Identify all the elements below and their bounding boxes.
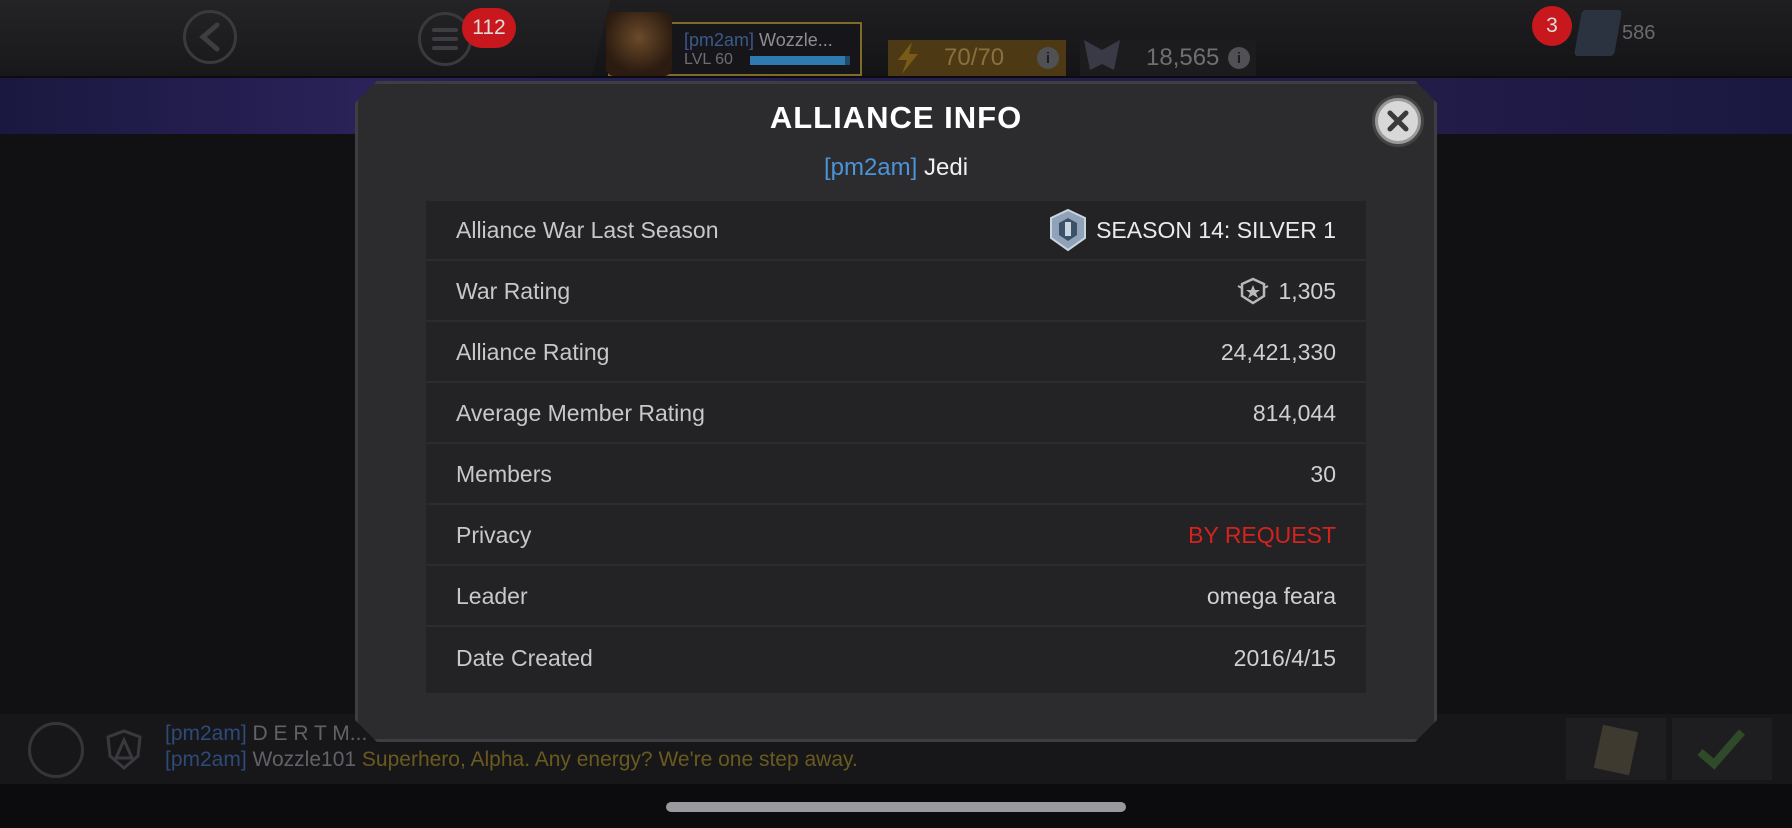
privacy-value: BY REQUEST: [1188, 521, 1336, 548]
war-rating-value: 1,305: [1278, 277, 1336, 304]
info-icon[interactable]: i: [1228, 47, 1250, 69]
chat-sender: Wozzle101: [252, 748, 357, 771]
leader-value: omega feara: [1206, 582, 1336, 609]
average-member-rating-value: 814,044: [1252, 399, 1336, 426]
members-value: 30: [1310, 460, 1336, 487]
row-label: Members: [456, 460, 552, 487]
chat-text: Superhero, Alpha. Any energy? We're one …: [361, 748, 858, 771]
war-season-value: SEASON 14: SILVER 1: [1096, 216, 1336, 243]
player-name-text: Wozzle...: [759, 30, 833, 50]
chevron-left-icon: [199, 22, 220, 52]
player-alliance-tag: [pm2am]: [684, 30, 755, 50]
row-value: SEASON 14: SILVER 1: [1048, 208, 1336, 252]
info-row-alliance-rating: Alliance Rating 24,421,330: [426, 323, 1366, 383]
player-level: LVL 60: [684, 51, 733, 68]
gold-icon: [1084, 40, 1120, 70]
hud-segment: [0, 0, 360, 76]
checkin-button[interactable]: [1672, 718, 1772, 780]
alliance-name: [pm2am] Jedi: [0, 154, 1792, 182]
alliance-shield-icon[interactable]: [104, 728, 144, 772]
xp-bar-fill: [750, 56, 845, 65]
alert-badge: 3: [1532, 6, 1572, 46]
units-value: 586: [1622, 22, 1656, 44]
alliance-rating-value: 24,421,330: [1220, 338, 1336, 365]
info-icon[interactable]: i: [1037, 47, 1059, 69]
notification-badge: 112: [462, 8, 516, 48]
chat-tag: [pm2am]: [165, 748, 247, 771]
info-row-privacy: Privacy BY REQUEST: [426, 506, 1366, 566]
row-label: Privacy: [456, 521, 532, 548]
player-name: [pm2am] Wozzle...: [684, 30, 833, 51]
info-row-members: Members 30: [426, 445, 1366, 505]
war-rating-icon: [1237, 277, 1269, 305]
xp-bar: [750, 56, 850, 65]
close-icon: [1387, 110, 1409, 132]
row-value: 1,305: [1236, 276, 1336, 306]
close-button[interactable]: [1375, 98, 1421, 144]
row-label: Alliance Rating: [456, 338, 610, 365]
alliance-tag: [pm2am]: [823, 154, 918, 181]
silver-tier-icon: [1050, 208, 1087, 252]
quests-button[interactable]: [1566, 718, 1666, 780]
chat-message-1[interactable]: [pm2am] D E R T M...: [165, 722, 367, 746]
row-label: Leader: [456, 582, 528, 609]
chat-message-2[interactable]: [pm2am] Wozzle101 Superhero, Alpha. Any …: [165, 748, 858, 772]
alliance-name-text: Jedi: [924, 154, 969, 181]
date-created-value: 2016/4/15: [1233, 644, 1336, 671]
alliance-info-table: Alliance War Last Season SEASON 14: SILV…: [426, 201, 1366, 693]
info-row-average-member-rating: Average Member Rating 814,044: [426, 384, 1366, 444]
info-row-war-rating: War Rating 1,305: [426, 262, 1366, 322]
info-row-date-created: Date Created 2016/4/15: [426, 628, 1366, 688]
row-label: Average Member Rating: [456, 399, 705, 426]
lightning-icon: [898, 42, 918, 74]
checkmark-icon: [1697, 729, 1746, 770]
row-label: Alliance War Last Season: [456, 216, 719, 243]
clipboard-icon: [1593, 724, 1639, 776]
hamburger-icon: [432, 28, 458, 32]
row-label: Date Created: [456, 644, 593, 671]
back-button[interactable]: [183, 10, 237, 64]
alliance-members-button[interactable]: [28, 722, 84, 778]
chat-tag: [pm2am]: [165, 722, 247, 745]
units-icon[interactable]: [1573, 10, 1623, 56]
row-label: War Rating: [456, 277, 571, 304]
player-avatar: [606, 12, 672, 76]
modal-title: ALLIANCE INFO: [769, 100, 1023, 135]
info-row-leader: Leader omega feara: [426, 567, 1366, 627]
gold-value: 18,565: [1146, 44, 1220, 71]
chat-sender: D E R T M...: [252, 722, 368, 745]
energy-value: 70/70: [944, 44, 1005, 71]
home-indicator[interactable]: [666, 802, 1126, 812]
info-row-war-season: Alliance War Last Season SEASON 14: SILV…: [426, 201, 1366, 261]
